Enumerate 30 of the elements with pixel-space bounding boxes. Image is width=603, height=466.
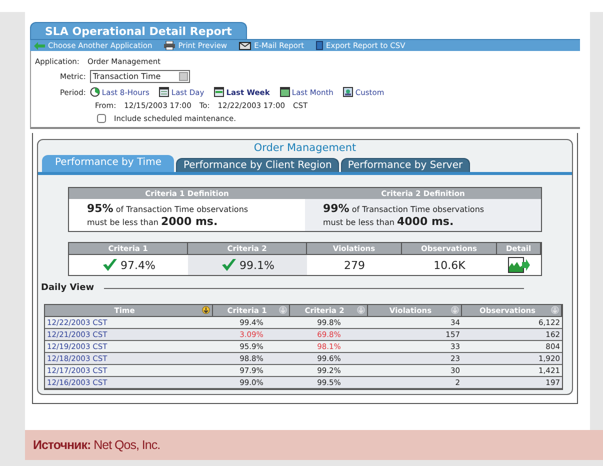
summary-value: 97.4%: [120, 258, 156, 272]
checkbox[interactable]: [97, 114, 106, 124]
calendar-icon: [280, 87, 290, 98]
sort-icon: [451, 306, 459, 314]
sort-icon: [202, 306, 210, 314]
arrow-left-icon: [34, 42, 45, 50]
summary-value: 10.6K: [434, 258, 466, 272]
definition-text: must be less than 4000 ms.: [323, 214, 455, 228]
tab[interactable]: Performance by Client Region: [176, 158, 339, 172]
document-icon: [316, 41, 324, 50]
source-note: Источник: Net Qos, Inc.: [33, 438, 160, 452]
sort-icon: [551, 306, 559, 314]
envelope-icon: [239, 42, 252, 50]
picture-frame-icon: [343, 87, 354, 98]
section-title: Daily View: [41, 283, 94, 294]
sort-icon: [279, 306, 287, 314]
calendar-icon: [214, 87, 224, 98]
definition-text: 95% of Transaction Time observations: [87, 202, 250, 215]
calendar-icon: [159, 87, 170, 98]
tab[interactable]: Performance by Server: [340, 158, 470, 172]
definition-text: must be less than 2000 ms.: [87, 214, 219, 228]
summary-value: 279: [344, 258, 365, 272]
panel-title: Order Management: [252, 142, 358, 155]
summary-value: 99.1%: [240, 258, 274, 272]
clock-icon: [90, 87, 100, 98]
printer-icon: [164, 41, 176, 50]
metric-dropdown[interactable]: Transaction Time: [90, 70, 190, 84]
chart-detail-icon[interactable]: [508, 257, 530, 274]
definition-text: 99% of Transaction Time observations: [323, 202, 486, 215]
sort-icon: [357, 306, 365, 314]
